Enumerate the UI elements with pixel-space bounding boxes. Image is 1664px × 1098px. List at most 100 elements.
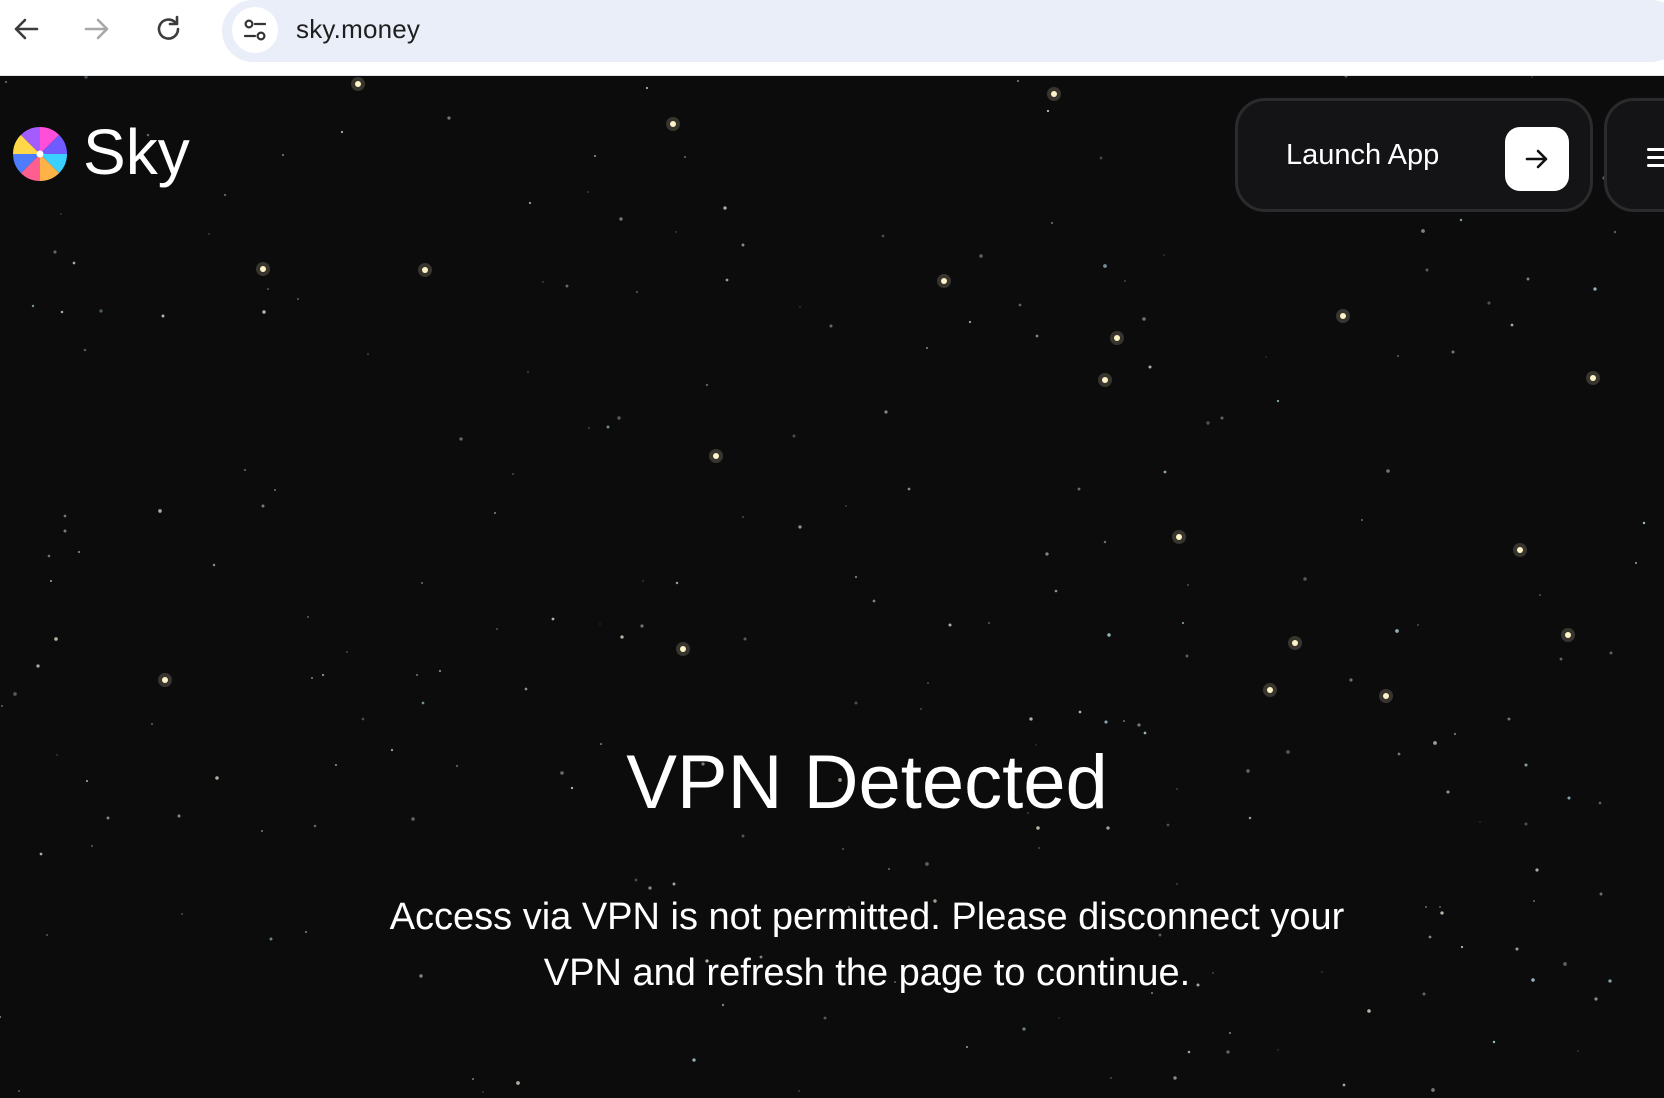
star — [1609, 651, 1613, 655]
star — [18, 1090, 20, 1092]
star — [1608, 979, 1612, 983]
star — [438, 669, 442, 673]
site-info-button[interactable] — [232, 7, 278, 53]
star — [888, 868, 890, 870]
star — [721, 1003, 725, 1007]
star — [60, 213, 62, 215]
sky-logo[interactable]: Sky — [13, 120, 190, 186]
star — [1344, 76, 1348, 78]
star — [792, 434, 796, 438]
star — [1531, 76, 1533, 78]
star — [599, 623, 601, 625]
star — [367, 353, 369, 355]
star — [1431, 1088, 1435, 1092]
star — [459, 437, 463, 441]
star — [1594, 997, 1598, 1001]
star — [1439, 906, 1441, 908]
star — [948, 623, 952, 627]
star — [987, 621, 991, 625]
star — [1148, 365, 1152, 369]
star — [31, 304, 35, 308]
launch-app-button[interactable]: Launch App — [1235, 98, 1593, 212]
star — [90, 844, 94, 848]
star — [1187, 1050, 1191, 1054]
sky-logo-icon — [13, 127, 67, 181]
star — [968, 320, 972, 324]
star — [516, 1081, 520, 1085]
star — [1103, 540, 1107, 544]
star — [1058, 1017, 1060, 1019]
star — [925, 862, 929, 866]
star — [1142, 317, 1146, 321]
forward-button[interactable] — [78, 10, 116, 48]
star — [884, 410, 888, 414]
star — [243, 468, 247, 472]
star — [39, 852, 43, 856]
star — [634, 878, 638, 882]
star — [1267, 687, 1273, 693]
star — [1515, 947, 1519, 951]
star — [282, 154, 284, 156]
star — [1078, 710, 1082, 714]
launch-app-label: Launch App — [1286, 139, 1440, 171]
star — [261, 504, 265, 508]
star — [1535, 868, 1539, 872]
star — [1276, 399, 1280, 403]
star — [1077, 487, 1081, 491]
star — [1277, 1049, 1279, 1051]
star — [872, 599, 876, 603]
page-content: Sky Launch App VPN Detected Access via V… — [0, 76, 1664, 1098]
star — [1103, 264, 1107, 268]
star — [274, 489, 276, 491]
star — [1185, 654, 1189, 658]
address-bar[interactable]: sky.money — [222, 0, 1664, 62]
star — [670, 121, 676, 127]
star — [619, 217, 623, 221]
star — [1104, 720, 1108, 724]
star — [83, 348, 87, 352]
star — [1593, 287, 1597, 291]
menu-button[interactable] — [1604, 98, 1664, 212]
star — [1531, 978, 1535, 982]
star — [482, 1091, 484, 1093]
star — [13, 692, 17, 696]
reload-button[interactable] — [150, 10, 188, 48]
star — [1590, 375, 1596, 381]
url-text[interactable]: sky.money — [296, 14, 420, 45]
star — [1035, 334, 1039, 338]
star — [1143, 731, 1147, 735]
star — [1054, 589, 1058, 593]
launch-arrow-box — [1505, 127, 1569, 191]
star — [1421, 229, 1425, 233]
star — [692, 1058, 696, 1062]
star — [1424, 905, 1428, 909]
star — [941, 278, 947, 284]
star — [1361, 519, 1363, 521]
star — [1383, 693, 1389, 699]
star — [823, 1016, 827, 1020]
star — [1022, 1027, 1026, 1031]
star — [1036, 826, 1040, 830]
star — [636, 291, 638, 293]
star — [1395, 629, 1399, 633]
star — [307, 616, 309, 618]
star — [742, 516, 744, 518]
star — [920, 708, 922, 710]
star — [680, 646, 686, 652]
star — [588, 427, 590, 429]
star — [617, 416, 621, 420]
star — [208, 233, 210, 235]
star — [684, 156, 686, 158]
star — [645, 86, 649, 90]
back-button[interactable] — [7, 10, 45, 48]
star — [672, 882, 676, 886]
star — [269, 937, 273, 941]
star — [1642, 521, 1646, 525]
star — [63, 514, 67, 518]
star — [421, 701, 425, 705]
star — [494, 512, 496, 514]
star — [355, 81, 361, 87]
star — [524, 687, 528, 691]
star — [512, 473, 514, 475]
star — [260, 829, 264, 833]
